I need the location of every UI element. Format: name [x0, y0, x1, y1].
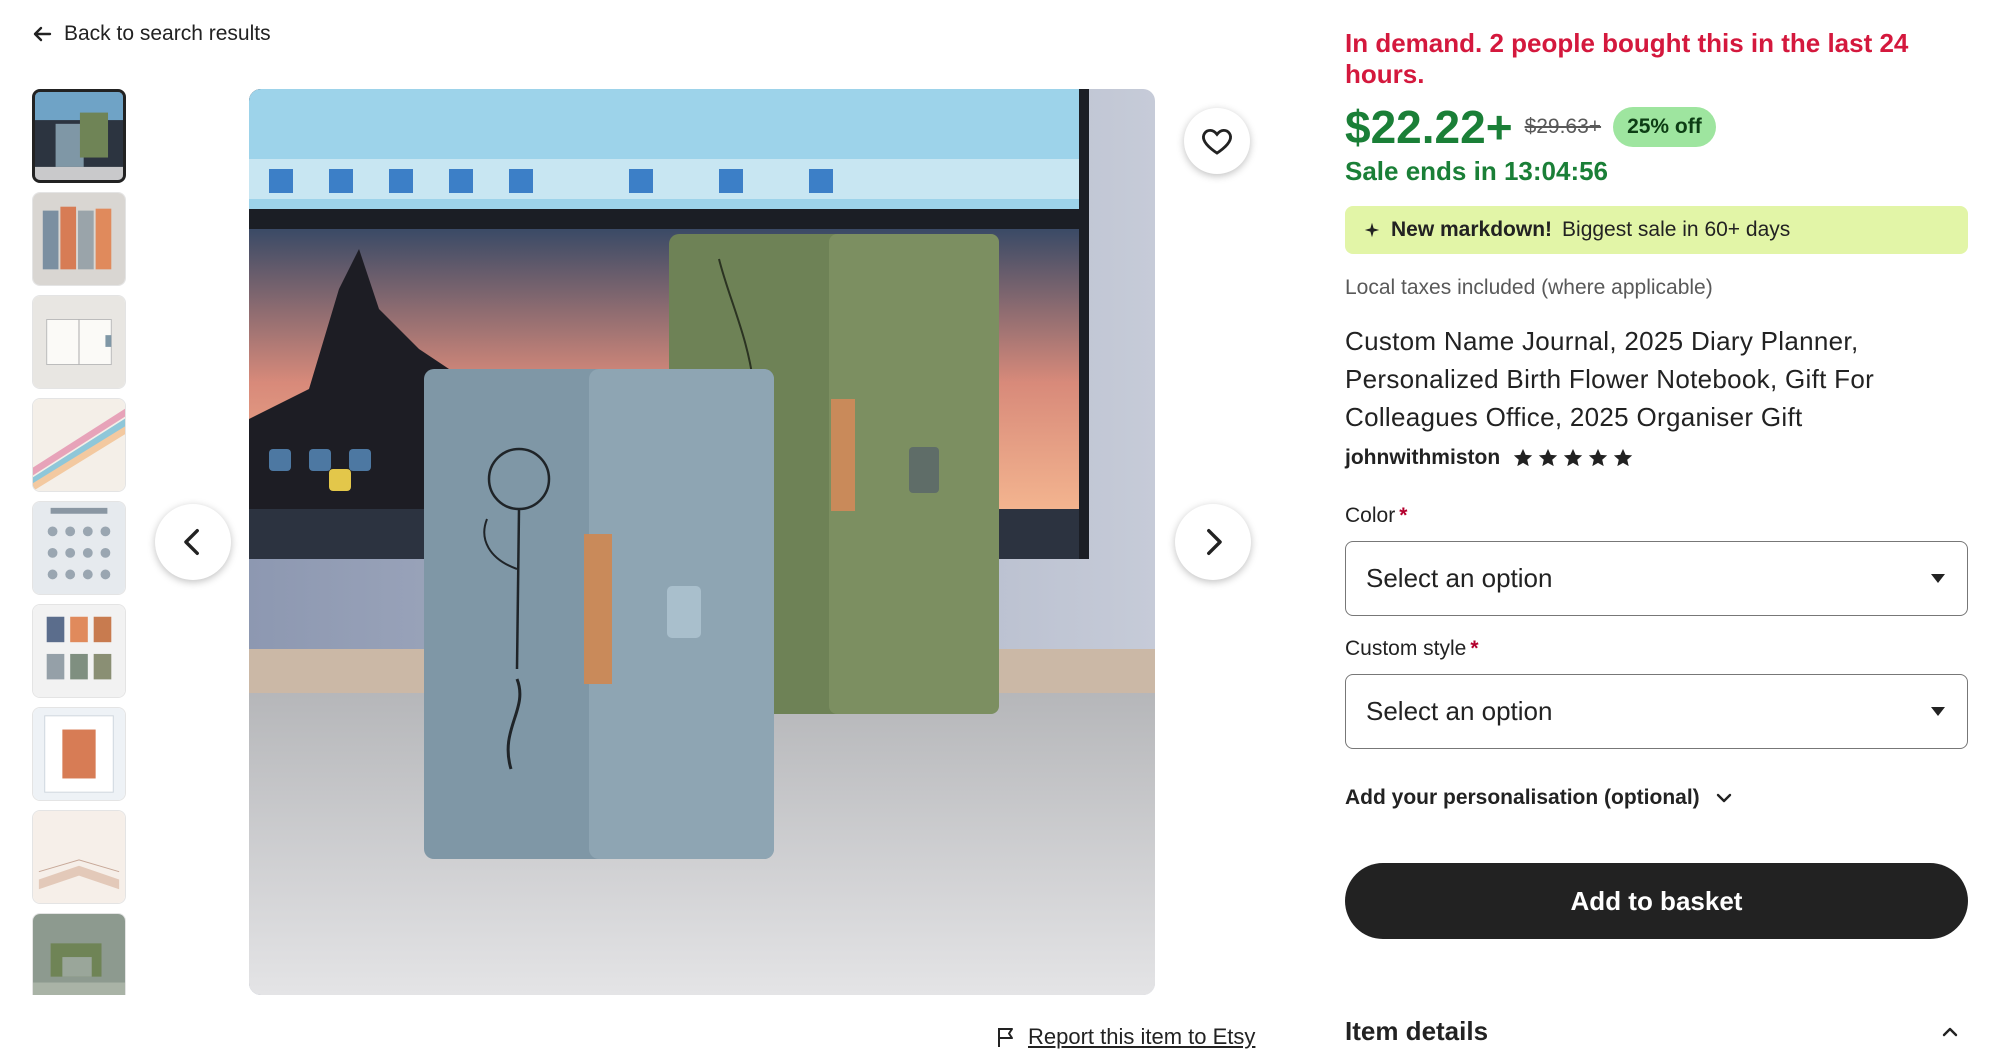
listing-title: Custom Name Journal, 2025 Diary Planner,… — [1345, 326, 1875, 432]
thumbnail-1[interactable] — [32, 89, 126, 183]
sparkle-icon — [1364, 222, 1380, 238]
flag-icon — [998, 1028, 1013, 1047]
discount-badge: 25% off — [1613, 107, 1716, 147]
current-price: $22.22+ — [1345, 101, 1513, 153]
color-select[interactable]: Select an option — [1345, 541, 1968, 616]
color-label-text: Color — [1345, 504, 1396, 527]
personalisation-toggle[interactable]: Add your personalisation (optional) — [1345, 786, 1734, 810]
required-marker: * — [1399, 504, 1408, 527]
star-icon — [1613, 448, 1633, 467]
thumbnail-8[interactable] — [32, 810, 126, 904]
sale-countdown: Sale ends in 13:04:56 — [1345, 156, 1609, 186]
taxes-note: Local taxes included (where applicable) — [1345, 276, 1713, 299]
star-icon — [1588, 448, 1608, 467]
dropdown-caret-icon — [1931, 707, 1945, 716]
report-label: Report this item to Etsy — [1028, 1024, 1256, 1049]
thumbnail-3[interactable] — [32, 295, 126, 389]
item-details-toggle[interactable]: Item details — [1345, 1016, 1968, 1047]
color-select-value: Select an option — [1366, 563, 1553, 593]
price-row: $22.22+ $29.63+ 25% off — [1345, 100, 1716, 154]
markdown-banner: New markdown! Biggest sale in 60+ days — [1345, 206, 1968, 254]
custom-style-select[interactable]: Select an option — [1345, 674, 1968, 749]
main-product-image[interactable] — [249, 89, 1155, 995]
back-link-label: Back to search results — [64, 22, 271, 45]
report-item-link[interactable]: Report this item to Etsy — [994, 1024, 1255, 1050]
rating-stars[interactable] — [1512, 447, 1634, 469]
seller-name-link[interactable]: johnwithmiston — [1345, 446, 1500, 470]
thumbnail-6[interactable] — [32, 604, 126, 698]
demand-notice: In demand. 2 people bought this in the l… — [1345, 28, 1909, 89]
chevron-right-icon — [1207, 528, 1222, 556]
color-label: Color * — [1345, 504, 1407, 528]
thumbnail-5[interactable] — [32, 501, 126, 595]
chevron-down-icon — [1716, 793, 1731, 803]
thumbnail-7[interactable] — [32, 707, 126, 801]
personalisation-label: Add your personalisation (optional) — [1345, 786, 1700, 809]
custom-style-label-text: Custom style — [1345, 637, 1467, 660]
custom-style-label: Custom style * — [1345, 637, 1479, 661]
thumbnail-strip — [32, 89, 128, 995]
original-price: $29.63+ — [1524, 115, 1602, 138]
markdown-text: Biggest sale in 60+ days — [1562, 218, 1791, 241]
star-icon — [1563, 448, 1583, 467]
add-to-basket-button[interactable]: Add to basket — [1345, 863, 1968, 939]
previous-image-button[interactable] — [155, 504, 231, 580]
star-icon — [1538, 448, 1558, 467]
star-icon — [1513, 448, 1533, 467]
required-marker: * — [1470, 637, 1479, 660]
favorite-button[interactable] — [1184, 108, 1250, 174]
thumbnail-4[interactable] — [32, 398, 126, 492]
chevron-left-icon — [184, 528, 199, 556]
thumbnail-9[interactable] — [32, 913, 126, 995]
item-details-heading: Item details — [1345, 1016, 1489, 1046]
next-image-button[interactable] — [1175, 504, 1251, 580]
custom-style-select-value: Select an option — [1366, 696, 1553, 726]
arrow-left-icon — [33, 26, 52, 42]
dropdown-caret-icon — [1931, 574, 1945, 583]
back-to-search-link[interactable]: Back to search results — [32, 22, 271, 46]
chevron-up-icon — [1942, 1027, 1958, 1036]
heart-icon — [1202, 128, 1232, 155]
markdown-title: New markdown! — [1391, 218, 1553, 241]
thumbnail-2[interactable] — [32, 192, 126, 286]
seller-row: johnwithmiston — [1345, 446, 1634, 470]
